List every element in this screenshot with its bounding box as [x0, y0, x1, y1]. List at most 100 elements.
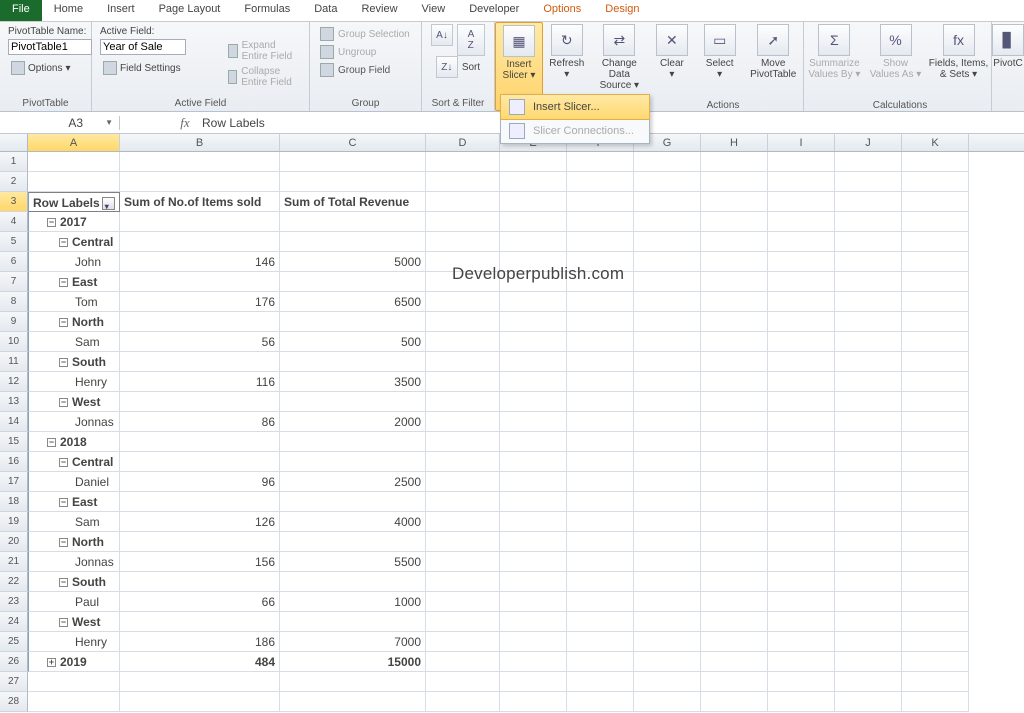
cell-d15[interactable]: [426, 432, 500, 452]
cell-a18[interactable]: −East: [28, 492, 120, 512]
cell-k20[interactable]: [902, 532, 969, 552]
insert-slicer-menu-item[interactable]: Insert Slicer...: [500, 94, 650, 120]
tab-review[interactable]: Review: [349, 0, 409, 21]
cell-g17[interactable]: [634, 472, 701, 492]
cell-h3[interactable]: [701, 192, 768, 212]
cell-h15[interactable]: [701, 432, 768, 452]
cell-a4[interactable]: −2017: [28, 212, 120, 232]
cell-i28[interactable]: [768, 692, 835, 712]
row-header-19[interactable]: 19: [0, 512, 28, 532]
sort-asc-button[interactable]: A↓: [431, 24, 453, 46]
cell-i21[interactable]: [768, 552, 835, 572]
cell-g21[interactable]: [634, 552, 701, 572]
cell-g14[interactable]: [634, 412, 701, 432]
cell-e25[interactable]: [500, 632, 567, 652]
cell-c14[interactable]: 2000: [280, 412, 426, 432]
cell-f27[interactable]: [567, 672, 634, 692]
cell-c4[interactable]: [280, 212, 426, 232]
tab-insert[interactable]: Insert: [95, 0, 147, 21]
cell-k16[interactable]: [902, 452, 969, 472]
cell-i11[interactable]: [768, 352, 835, 372]
cell-a28[interactable]: [28, 692, 120, 712]
field-settings-button[interactable]: Field Settings: [100, 59, 184, 77]
pivottable-name-input[interactable]: [8, 39, 92, 55]
row-header-21[interactable]: 21: [0, 552, 28, 572]
row-header-16[interactable]: 16: [0, 452, 28, 472]
tab-options[interactable]: Options: [531, 0, 593, 21]
cell-a27[interactable]: [28, 672, 120, 692]
cell-e5[interactable]: [500, 232, 567, 252]
expand-collapse-icon[interactable]: −: [59, 318, 68, 327]
expand-collapse-icon[interactable]: −: [59, 618, 68, 627]
cell-d10[interactable]: [426, 332, 500, 352]
cell-b26[interactable]: 484: [120, 652, 280, 672]
cell-f26[interactable]: [567, 652, 634, 672]
cell-f13[interactable]: [567, 392, 634, 412]
cell-e11[interactable]: [500, 352, 567, 372]
cell-g9[interactable]: [634, 312, 701, 332]
cell-e22[interactable]: [500, 572, 567, 592]
cell-i18[interactable]: [768, 492, 835, 512]
cell-k18[interactable]: [902, 492, 969, 512]
cell-d24[interactable]: [426, 612, 500, 632]
cell-i6[interactable]: [768, 252, 835, 272]
row-header-11[interactable]: 11: [0, 352, 28, 372]
cell-b22[interactable]: [120, 572, 280, 592]
cell-g28[interactable]: [634, 692, 701, 712]
cell-e14[interactable]: [500, 412, 567, 432]
cell-k27[interactable]: [902, 672, 969, 692]
cell-f3[interactable]: [567, 192, 634, 212]
row-header-14[interactable]: 14: [0, 412, 28, 432]
row-header-26[interactable]: 26: [0, 652, 28, 672]
cell-g2[interactable]: [634, 172, 701, 192]
cell-a8[interactable]: Tom: [28, 292, 120, 312]
slicer-connections-menu-item[interactable]: Slicer Connections...: [501, 119, 649, 143]
col-header-c[interactable]: C: [280, 134, 426, 151]
cell-h13[interactable]: [701, 392, 768, 412]
cell-h14[interactable]: [701, 412, 768, 432]
cell-b11[interactable]: [120, 352, 280, 372]
cell-d5[interactable]: [426, 232, 500, 252]
cell-f15[interactable]: [567, 432, 634, 452]
cell-k19[interactable]: [902, 512, 969, 532]
cell-c11[interactable]: [280, 352, 426, 372]
cell-h4[interactable]: [701, 212, 768, 232]
cell-c23[interactable]: 1000: [280, 592, 426, 612]
cell-d9[interactable]: [426, 312, 500, 332]
group-selection-button[interactable]: Group Selection: [318, 26, 418, 42]
cell-i3[interactable]: [768, 192, 835, 212]
cell-g25[interactable]: [634, 632, 701, 652]
cell-g26[interactable]: [634, 652, 701, 672]
group-field-button[interactable]: Group Field: [318, 62, 418, 78]
row-header-20[interactable]: 20: [0, 532, 28, 552]
cell-h9[interactable]: [701, 312, 768, 332]
cell-j1[interactable]: [835, 152, 902, 172]
cell-b24[interactable]: [120, 612, 280, 632]
cell-d21[interactable]: [426, 552, 500, 572]
cell-k26[interactable]: [902, 652, 969, 672]
name-box[interactable]: A3 ▼: [0, 116, 120, 130]
tab-design[interactable]: Design: [593, 0, 651, 21]
expand-field-button[interactable]: Expand Entire Field: [226, 39, 301, 63]
formula-text[interactable]: Row Labels: [202, 116, 265, 130]
cell-f12[interactable]: [567, 372, 634, 392]
cell-i17[interactable]: [768, 472, 835, 492]
cell-e3[interactable]: [500, 192, 567, 212]
cell-b23[interactable]: 66: [120, 592, 280, 612]
cell-b5[interactable]: [120, 232, 280, 252]
cell-c26[interactable]: 15000: [280, 652, 426, 672]
cell-h25[interactable]: [701, 632, 768, 652]
cell-i22[interactable]: [768, 572, 835, 592]
cell-h1[interactable]: [701, 152, 768, 172]
cell-g10[interactable]: [634, 332, 701, 352]
cell-f14[interactable]: [567, 412, 634, 432]
cell-c20[interactable]: [280, 532, 426, 552]
cell-j21[interactable]: [835, 552, 902, 572]
cell-h20[interactable]: [701, 532, 768, 552]
cell-d3[interactable]: [426, 192, 500, 212]
tab-data[interactable]: Data: [302, 0, 349, 21]
cell-g4[interactable]: [634, 212, 701, 232]
cell-f2[interactable]: [567, 172, 634, 192]
cell-h21[interactable]: [701, 552, 768, 572]
cell-k3[interactable]: [902, 192, 969, 212]
